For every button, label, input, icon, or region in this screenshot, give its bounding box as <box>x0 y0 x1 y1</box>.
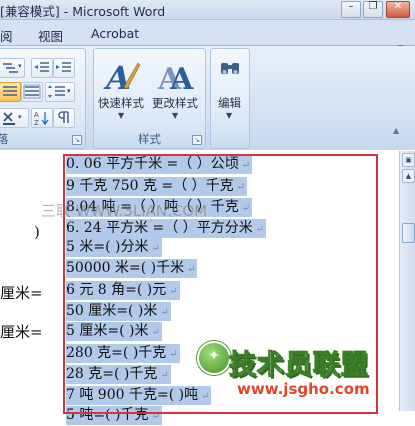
shading-icon: ▾ <box>3 112 22 125</box>
paragraph-launcher-icon[interactable]: ↘ <box>72 135 82 145</box>
multilevel-list-button[interactable]: ▾ <box>0 58 25 78</box>
site-logo-url: www.jsgho.com <box>237 380 370 398</box>
distributed-button[interactable] <box>21 82 43 102</box>
quick-styles-label: 快速样式 <box>98 96 144 110</box>
quick-styles-icon: A <box>103 59 141 95</box>
maximize-button[interactable]: ❐ <box>363 1 383 18</box>
quick-styles-button[interactable]: A 快速样式 ▼ <box>96 55 148 125</box>
increase-indent-button[interactable] <box>53 58 75 78</box>
ribbon-tabs: 阅 视图 Acrobat ? <box>0 20 415 62</box>
increase-indent-icon <box>56 62 71 72</box>
ribbon: ▾ ▾ ▾ AZ 落 ↘ A 快速样式 ▼ A A 更改样式 ▼ 样式 ↘ 编辑… <box>0 46 415 150</box>
vertical-scrollbar[interactable]: ▣ ▲ <box>399 151 415 411</box>
shading-button[interactable]: ▾ <box>0 108 29 128</box>
chevron-down-icon: ▼ <box>172 111 179 120</box>
svg-text:▾: ▾ <box>67 87 71 95</box>
change-styles-icon: A A <box>157 62 194 95</box>
justify-button[interactable] <box>0 82 21 102</box>
styles-launcher-icon[interactable]: ↘ <box>192 135 202 145</box>
tab-review-partial[interactable]: 阅 <box>0 26 13 45</box>
left-fragment-2: 厘米= <box>0 284 43 302</box>
editing-button[interactable]: 编辑 ▼ <box>213 55 247 129</box>
ruler-toggle-icon[interactable]: ▣ <box>402 153 415 167</box>
svg-text:A: A <box>103 59 131 95</box>
sort-button[interactable]: AZ <box>31 108 53 128</box>
minimize-button[interactable]: – <box>341 1 361 18</box>
svg-text:Z: Z <box>34 119 39 127</box>
close-icon: ✕ <box>393 1 403 12</box>
svg-text:A: A <box>169 62 194 95</box>
title-bar: [兼容模式] - Microsoft Word – ❐ ✕ <box>0 0 415 20</box>
close-button[interactable]: ✕ <box>386 1 410 18</box>
paragraph-group: ▾ ▾ ▾ AZ 落 ↘ <box>0 48 86 149</box>
ribbon-scroll-icon[interactable]: ▲ <box>393 126 399 135</box>
sort-icon: AZ <box>34 111 49 127</box>
scroll-thumb[interactable] <box>402 223 415 243</box>
watermark-text: 三联 WWW.3LIAN.COM <box>41 202 208 220</box>
svg-text:A: A <box>34 111 39 119</box>
show-marks-button[interactable] <box>53 108 75 128</box>
multilevel-list-icon: ▾ <box>3 62 22 73</box>
tab-acrobat[interactable]: Acrobat <box>91 26 139 41</box>
editing-label: 编辑 <box>218 96 241 110</box>
scroll-up-icon[interactable]: ▲ <box>402 169 415 183</box>
chevron-down-icon: ▼ <box>118 111 125 120</box>
line-spacing-button[interactable]: ▾ <box>45 82 75 102</box>
editing-group: 编辑 ▼ <box>210 48 250 149</box>
change-styles-button[interactable]: A A 更改样式 ▼ <box>150 55 202 125</box>
left-fragment-3: 厘米= <box>0 323 43 341</box>
svg-text:▾: ▾ <box>18 113 22 121</box>
justify-icon <box>3 86 17 96</box>
decrease-indent-button[interactable] <box>31 58 53 78</box>
styles-group: A 快速样式 ▼ A A 更改样式 ▼ 样式 ↘ <box>93 48 206 149</box>
minimize-icon: – <box>348 1 354 12</box>
chevron-down-icon: ▼ <box>226 111 233 120</box>
window-title: [兼容模式] - Microsoft Word <box>0 4 166 19</box>
paragraph-mark-icon <box>58 111 69 123</box>
binoculars-icon <box>221 63 239 74</box>
tab-view[interactable]: 视图 <box>38 26 63 45</box>
distributed-icon <box>23 84 41 99</box>
change-styles-label: 更改样式 <box>152 96 198 110</box>
site-logo-text: 技术员联盟 <box>229 350 369 382</box>
logo-badge-icon: ✦ <box>197 341 231 375</box>
restore-icon: ❐ <box>368 1 378 12</box>
left-fragment-1: ) <box>34 223 40 241</box>
decrease-indent-icon <box>34 62 49 72</box>
svg-text:▾: ▾ <box>18 62 22 70</box>
styles-group-label: 样式 <box>138 132 161 146</box>
line-spacing-icon: ▾ <box>48 85 71 98</box>
